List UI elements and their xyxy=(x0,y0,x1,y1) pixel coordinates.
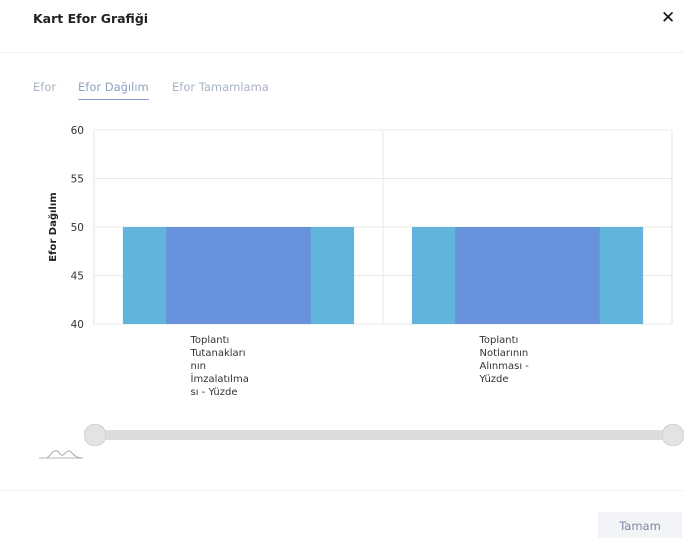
y-tick-label: 50 xyxy=(71,222,84,234)
x-category-label-line: Alınması - xyxy=(479,361,529,372)
x-category-label-line: İmzalatılma xyxy=(190,374,249,385)
y-tick-label: 60 xyxy=(71,125,84,137)
bar-series-2-cat-2 xyxy=(455,227,600,324)
y-axis-title: Efor Dağılım xyxy=(47,192,59,261)
x-category-label: Toplantı Notlarının Alınması - Yüzde xyxy=(480,334,550,386)
chart-area: 40 45 50 55 60 Efor Dağılım Toplantı Tutanakla… xyxy=(40,118,680,418)
x-category-label-line: Toplantı xyxy=(479,335,519,346)
footer-divider xyxy=(0,490,684,491)
x-category-label: Toplantı Tutanakları nın İmzalatılma sı - Yü… xyxy=(191,334,261,399)
y-tick-label: 40 xyxy=(71,319,84,331)
range-slider-left-handle[interactable] xyxy=(84,424,106,446)
data-zoom-preview-icon xyxy=(39,450,83,459)
tab-efor-dagilim[interactable]: Efor Dağılım xyxy=(78,80,149,100)
y-tick-label: 55 xyxy=(71,174,84,186)
x-category-label-line: Notlarının xyxy=(479,348,529,359)
x-category-label-line: sı - Yüzde xyxy=(190,387,238,398)
range-slider-track[interactable] xyxy=(86,430,676,440)
x-category-label-line: Toplantı xyxy=(190,335,230,346)
bar-chart: 40 45 50 55 60 Efor Dağılım xyxy=(47,125,673,331)
bar-series-2-cat-1 xyxy=(166,227,311,324)
dialog-title: Kart Efor Grafiği xyxy=(33,11,149,26)
x-category-label-line: Tutanakları xyxy=(190,348,246,359)
ok-button[interactable]: Tamam xyxy=(598,512,682,538)
x-category-label-line: nın xyxy=(190,361,206,372)
close-icon[interactable]: ✕ xyxy=(661,10,675,27)
x-category-label-line: Yüzde xyxy=(479,374,509,385)
y-tick-label: 45 xyxy=(71,271,84,283)
tab-efor-tamamlama[interactable]: Efor Tamamlama xyxy=(172,80,269,94)
tab-efor[interactable]: Efor xyxy=(33,80,56,94)
dialog-header: Kart Efor Grafiği ✕ xyxy=(0,0,684,53)
range-slider-right-handle[interactable] xyxy=(662,424,684,446)
